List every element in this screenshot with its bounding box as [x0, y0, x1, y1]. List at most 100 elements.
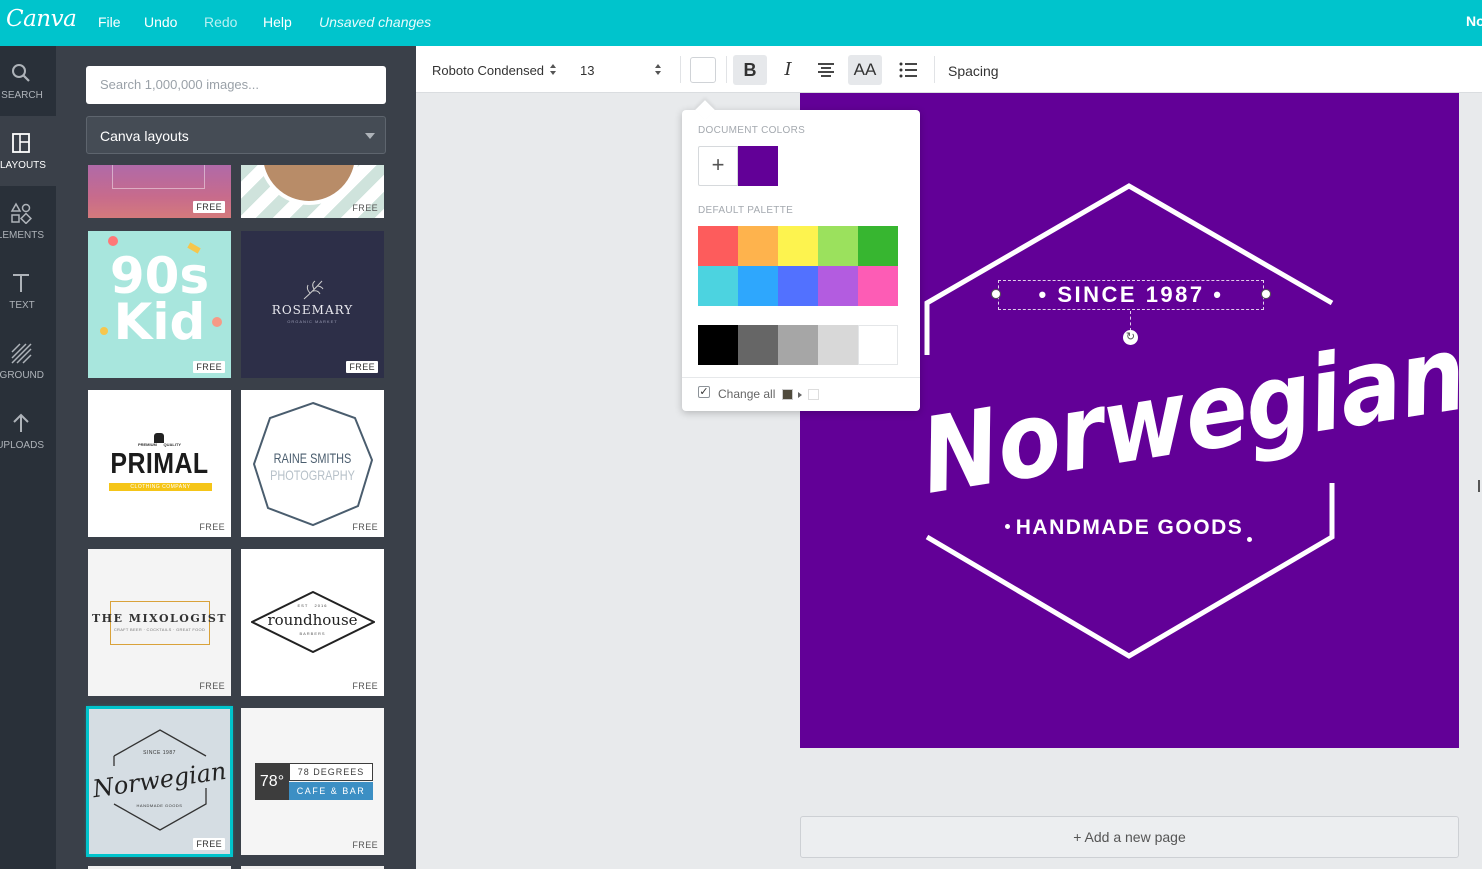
thumb-subtitle: ORGANIC MARKET: [287, 319, 338, 324]
document-color-swatch[interactable]: [738, 146, 778, 186]
menu-file[interactable]: File: [98, 14, 121, 30]
layout-thumb-rosemary[interactable]: ROSEMARY ORGANIC MARKET FREE: [241, 231, 384, 378]
layout-thumb-circle[interactable]: FREE: [241, 165, 384, 218]
palette-swatch[interactable]: [858, 226, 898, 266]
rotate-handle-icon[interactable]: ↻: [1123, 330, 1138, 345]
layouts-panel: Search 1,000,000 images... Canva layouts…: [56, 46, 416, 869]
text-icon: [13, 274, 29, 292]
layout-thumb-mixologist[interactable]: THE MIXOLOGIST CRAFT BEER · COCKTAILS · …: [88, 549, 231, 696]
layout-thumb-roundhouse[interactable]: EST 2016 roundhouse BARBERS FREE: [241, 549, 384, 696]
layout-thumb-raine-smiths[interactable]: RAINE SMITHS PHOTOGRAPHY FREE: [241, 390, 384, 537]
document-colors-label: DOCUMENT COLORS: [698, 125, 806, 136]
gray-swatch[interactable]: [818, 325, 858, 365]
frame-shape: [112, 165, 205, 189]
design-since-text[interactable]: • SINCE 1987 •: [998, 282, 1264, 308]
list-button[interactable]: [891, 55, 925, 85]
palette-swatch[interactable]: [738, 266, 778, 306]
image-search-input[interactable]: Search 1,000,000 images...: [86, 66, 386, 104]
free-badge: FREE: [346, 361, 378, 373]
layouts-icon: [12, 133, 30, 153]
palette-swatch[interactable]: [818, 226, 858, 266]
free-badge: FREE: [193, 361, 225, 373]
rail-item-elements[interactable]: ELEMENTS: [0, 186, 56, 256]
free-badge: FREE: [193, 838, 225, 850]
rail-label: TEXT: [9, 300, 35, 311]
add-page-button[interactable]: + Add a new page: [800, 816, 1459, 858]
thumb-title: THE MIXOLOGIST: [91, 612, 228, 625]
rail-label: LAYOUTS: [0, 160, 46, 171]
palette-swatch[interactable]: [818, 266, 858, 306]
palette-swatch[interactable]: [778, 226, 818, 266]
thumb-title: ROSEMARY: [271, 303, 354, 317]
thumb-title: roundhouse: [267, 611, 358, 629]
free-badge: FREE: [352, 681, 378, 691]
arrow-right-icon: [798, 392, 802, 398]
layout-thumb-sunset[interactable]: FREE: [88, 165, 231, 218]
palette-swatch[interactable]: [778, 266, 818, 306]
rail-label: ELEMENTS: [0, 230, 44, 241]
palette-swatch[interactable]: [698, 226, 738, 266]
font-family-stepper-icon[interactable]: [550, 63, 558, 77]
thumb-band: CLOTHING COMPANY: [109, 483, 212, 491]
menu-redo[interactable]: Redo: [204, 14, 237, 30]
rail-item-search[interactable]: SEARCH: [0, 46, 56, 116]
upload-icon: [13, 413, 29, 432]
menu-undo[interactable]: Undo: [144, 14, 177, 30]
thumb-title: 78 DEGREES: [289, 763, 373, 781]
thumb-number-block: 78°: [255, 763, 289, 800]
topbar-right-label[interactable]: No: [1466, 13, 1482, 29]
layout-thumb-78-degrees[interactable]: 78° 78 DEGREES CAFE & BAR FREE: [241, 708, 384, 855]
rail-item-layouts[interactable]: LAYOUTS: [0, 116, 56, 186]
palette-swatch[interactable]: [698, 266, 738, 306]
thumb-title: 90s Kid: [88, 251, 231, 347]
gray-swatch[interactable]: [698, 325, 738, 365]
layout-thumb-primal[interactable]: PREMIUM QUALITY PRIMAL CLOTHING COMPANY …: [88, 390, 231, 537]
bullet-dot: [1247, 537, 1252, 542]
italic-button[interactable]: I: [771, 55, 805, 85]
canva-logo[interactable]: Canva: [6, 6, 77, 32]
toolbar-divider: [680, 56, 681, 83]
change-all-checkbox[interactable]: ✓: [698, 386, 710, 398]
layout-thumb-90s-kid[interactable]: 90s Kid FREE: [88, 231, 231, 378]
design-handmade-text[interactable]: HANDMADE GOODS: [800, 516, 1459, 540]
change-to-color-chip: [808, 389, 819, 400]
circle-shape: [259, 165, 359, 205]
change-all-label: Change all: [718, 387, 776, 401]
rail-label: BKGROUND: [0, 370, 44, 381]
bold-button[interactable]: B: [733, 55, 767, 85]
scroll-edge-marker: [1478, 480, 1482, 492]
popover-arrow: [695, 100, 715, 120]
gray-swatch[interactable]: [778, 325, 818, 365]
uppercase-button[interactable]: AA: [848, 55, 882, 85]
gorilla-icon: [154, 433, 164, 443]
layout-thumb-norwegian[interactable]: SINCE 1987 Norwegian HANDMADE GOODS FREE: [86, 706, 233, 857]
default-palette-label: DEFAULT PALETTE: [698, 205, 794, 216]
spacing-button[interactable]: Spacing: [948, 63, 999, 79]
gray-swatch[interactable]: [738, 325, 778, 365]
font-size-stepper-icon[interactable]: [655, 63, 663, 77]
rail-item-background[interactable]: BKGROUND: [0, 326, 56, 396]
font-size-input[interactable]: 13: [580, 63, 594, 78]
thumb-subtitle: HANDMADE GOODS: [136, 803, 183, 808]
gray-swatch[interactable]: [858, 325, 898, 365]
popover-divider: [682, 377, 920, 378]
add-color-button[interactable]: +: [698, 146, 738, 186]
chevron-down-icon: [365, 133, 375, 139]
font-family-select[interactable]: Roboto Condensed: [432, 63, 544, 78]
align-button[interactable]: [809, 55, 843, 85]
rail-item-uploads[interactable]: UPLOADS: [0, 396, 56, 466]
thumb-subtitle: CAFE & BAR: [289, 782, 373, 800]
toolbar-divider: [934, 56, 935, 83]
thumb-subtitle: CRAFT BEER · COCKTAILS · GREAT FOOD: [113, 627, 206, 632]
palette-swatch[interactable]: [738, 226, 778, 266]
layout-source-select[interactable]: Canva layouts: [86, 116, 386, 154]
free-badge: FREE: [352, 840, 378, 850]
text-color-button[interactable]: [690, 57, 716, 83]
menu-help[interactable]: Help: [263, 14, 292, 30]
rail-item-text[interactable]: TEXT: [0, 256, 56, 326]
search-icon: [12, 64, 30, 82]
top-bar: Canva File Undo Redo Help Unsaved change…: [0, 0, 1482, 46]
palette-swatch[interactable]: [858, 266, 898, 306]
color-picker-popover: DOCUMENT COLORS + DEFAULT PALETTE ✓ Chan…: [682, 100, 920, 411]
free-badge: FREE: [193, 201, 225, 213]
